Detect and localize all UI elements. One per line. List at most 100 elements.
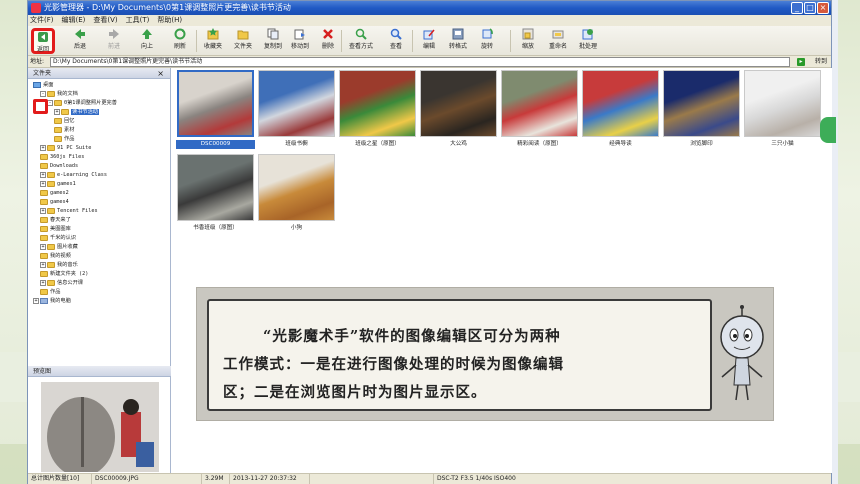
rename-button[interactable]: 重命名 <box>546 28 570 54</box>
folder-button[interactable]: 文件夹 <box>231 28 255 54</box>
delete-button[interactable]: 删除 <box>316 28 340 54</box>
view-mode-label: 查看方式 <box>348 43 373 50</box>
batch-button[interactable]: 批处理 <box>576 28 600 54</box>
thumbnail-item[interactable]: 班级之星（原图） <box>338 70 417 151</box>
edit-icon <box>423 29 435 40</box>
tree-node[interactable]: - 我的文档 <box>40 90 78 99</box>
tree-node-label: 我的电脑 <box>50 298 71 304</box>
close-window-button[interactable]: × <box>817 2 829 14</box>
tree-node[interactable]: 回忆 <box>54 117 74 126</box>
thumbnail-item[interactable]: 小狗 <box>257 154 336 235</box>
thumbnail-caption: 三只小猫 <box>771 141 794 147</box>
rotate-button[interactable]: 旋转 <box>475 28 499 54</box>
back-button[interactable]: 返回 <box>31 28 55 54</box>
expand-icon[interactable]: + <box>40 144 46 151</box>
tree-node[interactable]: +91 PC Suite <box>40 144 91 153</box>
menu-file[interactable]: 文件(F) <box>30 15 54 26</box>
thumbnail-item[interactable]: 书香班级（原图） <box>176 154 255 235</box>
refresh-label: 刷新 <box>173 43 186 50</box>
menu-view[interactable]: 查看(V) <box>93 15 117 26</box>
tree-node[interactable]: + games1 <box>40 180 76 189</box>
convert-button[interactable]: 转格式 <box>446 28 470 54</box>
slide-scrollbar[interactable] <box>832 0 838 484</box>
view-mode-button[interactable]: 查看方式 <box>349 28 373 54</box>
highlight-marker <box>33 99 48 114</box>
thumbnail-image <box>420 70 497 137</box>
tree-node[interactable]: + 图片收藏 <box>40 243 78 252</box>
tree-node[interactable]: 新建文件夹 (2) <box>40 270 88 279</box>
side-tab[interactable] <box>820 117 836 143</box>
tree-node-label: 读书节活动 <box>71 109 99 115</box>
expand-icon[interactable]: + <box>40 261 46 268</box>
tree-node-label: 桌面 <box>43 82 54 88</box>
folder-icon <box>47 180 55 187</box>
thumbnail-item[interactable]: 大公鸡 <box>419 70 498 151</box>
tree-node[interactable]: 作品 <box>40 288 60 297</box>
up-button[interactable]: 向上 <box>135 28 159 54</box>
go-button[interactable]: 转到 <box>815 56 827 68</box>
maximize-button[interactable]: □ <box>804 2 816 14</box>
tree-node[interactable]: 素材 <box>54 126 74 135</box>
tree-node[interactable]: 作品 <box>54 135 74 144</box>
forward-label: 后退 <box>73 43 86 50</box>
edit-button[interactable]: 编辑 <box>417 28 441 54</box>
tree-node[interactable]: + 我的电脑 <box>33 297 71 306</box>
collapse-icon[interactable]: - <box>40 90 46 97</box>
tree-node[interactable]: games2 <box>40 189 69 198</box>
forward-button[interactable]: 后退 <box>68 28 92 54</box>
expand-icon[interactable]: + <box>40 180 46 187</box>
folder-icon <box>54 99 62 106</box>
thumbnail-item[interactable]: 经典导读 <box>581 70 660 151</box>
expand-icon[interactable]: + <box>40 171 46 178</box>
tree-node[interactable]: 千米的认识 <box>40 234 76 243</box>
tree-node-label: 图片收藏 <box>57 244 78 250</box>
menu-edit[interactable]: 编辑(E) <box>62 15 86 26</box>
menu-help[interactable]: 帮助(H) <box>157 15 182 26</box>
thumbnail-caption: 经典导读 <box>609 141 632 147</box>
tree-node-label: 春天来了 <box>50 217 71 223</box>
tree-node[interactable]: -0第1课调整照片更完善 <box>47 99 117 108</box>
thumbnail-item[interactable]: 班级书橱 <box>257 70 336 151</box>
tree-node[interactable]: + 信息公开课 <box>40 279 83 288</box>
expand-icon[interactable]: + <box>40 279 46 286</box>
tree-node[interactable]: + 读书节活动 <box>54 108 99 117</box>
refresh-button[interactable]: 刷新 <box>168 28 192 54</box>
go-arrow-icon[interactable]: ▸ <box>797 58 805 66</box>
tree-node[interactable]: Downloads <box>40 162 78 171</box>
tree-node[interactable]: + Tencent Files <box>40 207 98 216</box>
favorites-button[interactable]: 收藏夹 <box>201 28 225 54</box>
tree-node[interactable]: + 我的音乐 <box>40 261 78 270</box>
tree-node[interactable]: 我的视频 <box>40 252 71 261</box>
folder-icon <box>40 252 48 259</box>
tree-node[interactable]: 春天来了 <box>40 216 71 225</box>
tree-node[interactable]: + e-Learning Class <box>40 171 107 180</box>
next-button[interactable]: 前进 <box>102 28 126 54</box>
folder-pane-close-icon[interactable]: × <box>157 68 164 79</box>
thumbnail-item[interactable]: 三只小猫 <box>743 70 822 151</box>
thumbnail-image <box>258 70 335 137</box>
expand-icon[interactable]: + <box>33 297 39 304</box>
thumbnail-item[interactable]: 浏览脚印 <box>662 70 741 151</box>
thumbnail-item[interactable]: DSC00009 <box>176 70 255 151</box>
minimize-button[interactable]: _ <box>791 2 803 14</box>
folder-icon <box>47 144 55 151</box>
tree-node[interactable]: 美图图库 <box>40 225 71 234</box>
address-input[interactable]: D:\My Documents\0第1课调整照片更完善\读书节活动 <box>50 57 790 67</box>
tree-node[interactable]: games4 <box>40 198 69 207</box>
back-arrow-icon <box>38 32 48 42</box>
zoom-button[interactable]: 缩放 <box>516 28 540 54</box>
rotate-label: 旋转 <box>480 43 493 50</box>
move-to-button[interactable]: 移动到 <box>288 28 312 54</box>
expand-icon[interactable]: + <box>40 243 46 250</box>
tree-node[interactable]: 360js Files <box>40 153 84 162</box>
back-label: 返回 <box>36 46 49 53</box>
thumbnail-item[interactable]: 精彩阅读（原图） <box>500 70 579 151</box>
tree-node[interactable]: 桌面 <box>33 81 53 90</box>
expand-icon[interactable]: + <box>40 207 46 214</box>
folder-icon <box>47 171 55 178</box>
menu-tools[interactable]: 工具(T) <box>126 15 150 26</box>
expand-icon[interactable]: + <box>54 108 60 115</box>
view-button[interactable]: 查看 <box>384 28 408 54</box>
desktop-icon <box>33 81 41 88</box>
status-empty <box>310 474 434 484</box>
